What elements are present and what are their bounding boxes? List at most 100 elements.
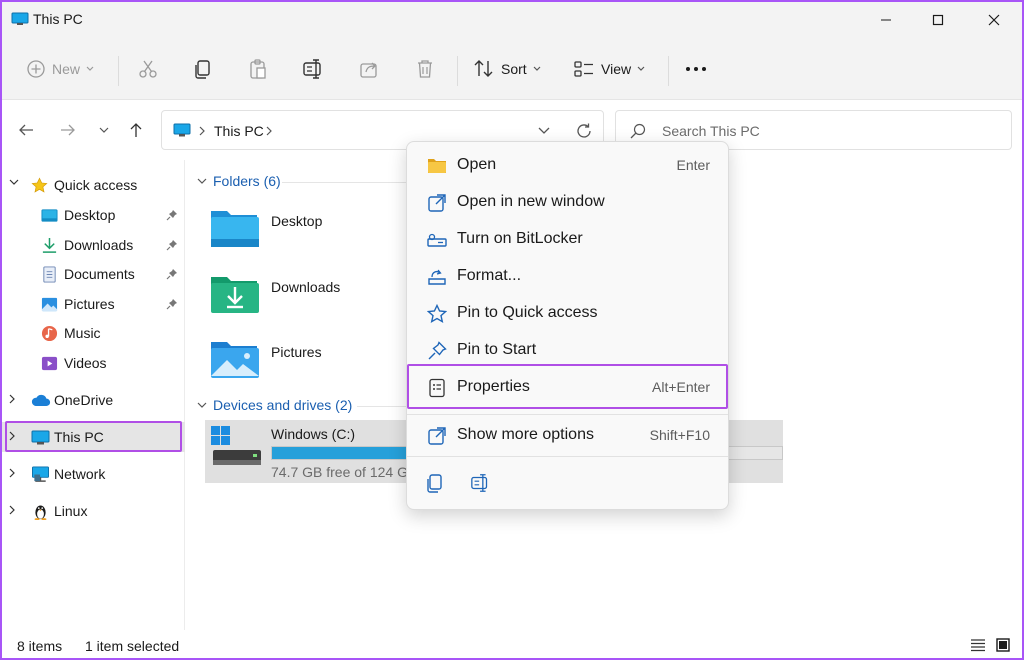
folder-icon — [428, 159, 446, 173]
chevron-right-icon[interactable] — [9, 505, 17, 515]
sidebar-item-desktop[interactable]: Desktop — [2, 200, 185, 230]
maximize-icon — [932, 14, 944, 26]
sidebar-item-music[interactable]: Music — [2, 318, 185, 348]
menu-item-label: Open — [457, 156, 497, 173]
minimize-button[interactable] — [862, 2, 910, 38]
group-header-label: Devices and drives (2) — [213, 397, 353, 413]
menu-item-label: Open in new window — [457, 193, 605, 210]
sort-button[interactable]: Sort — [473, 52, 541, 86]
penguin-icon — [34, 505, 47, 520]
refresh-icon[interactable] — [575, 122, 593, 140]
sidebar-item-videos[interactable]: Videos — [2, 348, 185, 378]
menu-item-label: Show more options — [457, 426, 594, 443]
format-drive-icon — [428, 269, 446, 285]
selection-count: 1 item selected — [85, 638, 180, 654]
sidebar-item-linux[interactable]: Linux — [2, 496, 185, 526]
copy-button[interactable] — [192, 52, 214, 86]
up-button[interactable] — [124, 118, 148, 142]
folder-pictures[interactable]: Pictures — [209, 336, 399, 390]
paste-button[interactable] — [247, 52, 269, 86]
menu-item-label: Format... — [457, 267, 522, 284]
chevron-down-icon[interactable] — [9, 179, 19, 187]
group-divider — [282, 182, 412, 183]
folder-downloads[interactable]: Downloads — [209, 271, 399, 325]
sidebar-item-label: Desktop — [64, 207, 116, 223]
rename-icon[interactable] — [470, 472, 492, 494]
menu-item-format[interactable]: Format... — [411, 259, 724, 293]
toolbar-separator — [457, 56, 458, 86]
bitlocker-key-icon — [427, 233, 447, 247]
rename-icon — [303, 59, 321, 79]
view-label: View — [601, 61, 632, 77]
sidebar-item-label: OneDrive — [54, 392, 114, 408]
menu-item-open-new-window[interactable]: Open in new window — [411, 185, 724, 219]
more-options-button[interactable] — [684, 52, 708, 86]
downloads-folder-icon — [211, 277, 259, 313]
windows-drive-icon — [211, 426, 261, 465]
menu-item-label: Pin to Quick access — [457, 304, 598, 321]
group-header-devices[interactable]: Devices and drives (2) — [197, 397, 352, 413]
cut-button[interactable] — [137, 52, 159, 86]
share-icon — [360, 62, 377, 78]
chevron-down-icon — [637, 66, 645, 71]
menu-item-show-more-options[interactable]: Show more options Shift+F10 — [411, 418, 724, 452]
view-button[interactable]: View — [573, 52, 645, 86]
sidebar-item-label: Videos — [64, 355, 107, 371]
star-icon — [31, 177, 48, 193]
status-bar: 8 items 1 item selected — [2, 630, 1022, 658]
item-count: 8 items — [17, 638, 63, 654]
share-button[interactable] — [358, 52, 380, 86]
sidebar-item-network[interactable]: Network — [2, 459, 185, 489]
forward-button[interactable] — [56, 118, 80, 142]
sidebar-item-downloads[interactable]: Downloads — [2, 230, 185, 260]
desktop-folder-icon — [211, 211, 259, 247]
sidebar-item-label: Downloads — [64, 237, 134, 253]
drive-free-space: 74.7 GB free of 124 GB — [271, 464, 418, 480]
chevron-right-icon — [266, 126, 272, 136]
sidebar-item-pictures[interactable]: Pictures — [2, 289, 185, 319]
sidebar-item-documents[interactable]: Documents — [2, 259, 185, 289]
recent-locations-button[interactable] — [92, 118, 116, 142]
tiles-view-icon[interactable] — [996, 638, 1010, 652]
menu-item-pin-quick-access[interactable]: Pin to Quick access — [411, 296, 724, 330]
sidebar-item-quick-access[interactable]: Quick access — [2, 170, 185, 200]
group-divider — [357, 406, 407, 407]
chevron-down-icon — [86, 66, 94, 71]
close-button[interactable] — [970, 2, 1018, 38]
menu-item-pin-start[interactable]: Pin to Start — [411, 333, 724, 367]
copy-icon — [195, 60, 210, 79]
details-view-icon[interactable] — [970, 638, 986, 652]
menu-separator — [407, 414, 728, 415]
navigation-pane: Quick access Desktop Downloads Documents… — [2, 160, 185, 630]
copy-icon[interactable] — [424, 472, 446, 494]
menu-item-bitlocker[interactable]: Turn on BitLocker — [411, 222, 724, 256]
chevron-down-icon[interactable] — [538, 127, 550, 135]
pin-icon — [166, 210, 177, 221]
group-header-folders[interactable]: Folders (6) — [197, 173, 281, 189]
search-placeholder: Search This PC — [662, 123, 760, 139]
show-more-icon — [428, 427, 446, 445]
breadcrumb-this-pc[interactable]: This PC — [214, 123, 264, 139]
chevron-right-icon[interactable] — [9, 394, 17, 404]
menu-item-open[interactable]: Open Enter — [411, 148, 724, 182]
file-explorer-window: This PC New Sort View This PC Search Thi… — [2, 2, 1022, 658]
rename-button[interactable] — [302, 52, 326, 86]
cloud-icon — [31, 394, 51, 406]
sidebar-item-onedrive[interactable]: OneDrive — [2, 385, 185, 415]
star-outline-icon — [427, 304, 447, 324]
arrow-up-icon — [130, 123, 142, 137]
network-icon — [32, 466, 49, 482]
folder-desktop[interactable]: Desktop — [209, 205, 399, 259]
new-label: New — [52, 61, 81, 77]
delete-button[interactable] — [414, 52, 436, 86]
title-bar: This PC — [2, 2, 1022, 38]
arrow-left-icon — [19, 124, 33, 136]
paste-icon — [250, 59, 266, 79]
new-button[interactable]: New — [26, 52, 94, 86]
pin-icon — [166, 240, 177, 251]
maximize-button[interactable] — [914, 2, 962, 38]
back-button[interactable] — [14, 118, 38, 142]
desktop-icon — [41, 209, 58, 222]
chevron-right-icon[interactable] — [9, 468, 17, 478]
search-icon — [630, 123, 646, 139]
